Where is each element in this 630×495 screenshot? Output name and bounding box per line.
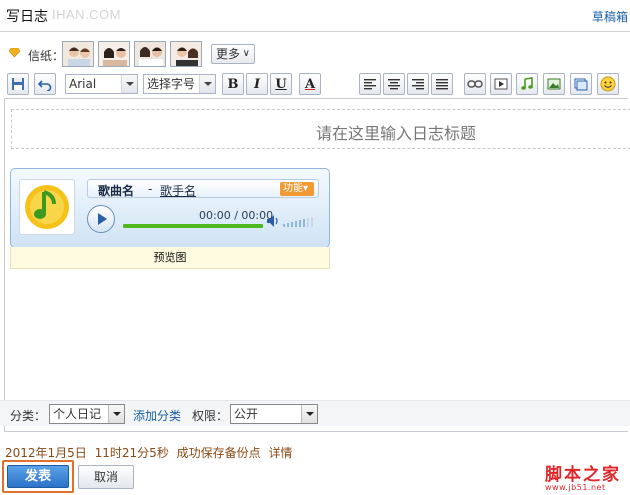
permission-value: 公开 bbox=[234, 407, 259, 421]
font-family-select[interactable]: Arial bbox=[65, 74, 138, 94]
page-header: 写日志 IHAN.COM 草稿箱 bbox=[0, 0, 630, 32]
smiley-icon bbox=[600, 76, 616, 92]
category-row: 分类： 个人日记 添加分类 权限： 公开 bbox=[0, 400, 630, 426]
category-label: 分类： bbox=[10, 409, 47, 423]
status-time: 11时21分5秒 bbox=[94, 446, 169, 460]
preview-label: 预览图 bbox=[10, 247, 330, 269]
italic-label: I bbox=[253, 76, 261, 92]
play-icon bbox=[98, 213, 107, 225]
justify-button[interactable] bbox=[431, 73, 453, 95]
post-title-input[interactable]: 请在这里输入日志标题 bbox=[11, 109, 630, 149]
title-placeholder: 请在这里输入日志标题 bbox=[316, 124, 477, 143]
video-icon bbox=[494, 78, 508, 90]
insert-image-button[interactable] bbox=[543, 73, 565, 95]
align-left-button[interactable] bbox=[359, 73, 381, 95]
cancel-button[interactable]: 取消 bbox=[78, 465, 134, 489]
music-disc-icon bbox=[25, 185, 69, 229]
chevron-down-icon: ▾ bbox=[303, 183, 309, 194]
underline-label: U bbox=[275, 76, 287, 92]
site-watermark: 脚本之家 www.jb51.net bbox=[545, 460, 630, 492]
italic-button[interactable]: I bbox=[246, 73, 268, 95]
watermark-text: IHAN.COM bbox=[52, 7, 121, 22]
volume-control[interactable] bbox=[266, 213, 318, 229]
stationery-row: 信纸： 更多 ∨ bbox=[0, 40, 630, 68]
stationery-thumb-2[interactable] bbox=[98, 41, 130, 67]
artist-name-link[interactable]: 歌手名 bbox=[160, 182, 196, 199]
insert-video-button[interactable] bbox=[490, 73, 512, 95]
font-color-button[interactable]: A bbox=[299, 73, 321, 95]
site-watermark-name: 脚本之家 bbox=[545, 465, 621, 485]
align-right-icon bbox=[412, 79, 424, 90]
link-icon bbox=[467, 80, 483, 88]
save-button[interactable] bbox=[7, 73, 29, 95]
volume-icon bbox=[267, 215, 313, 227]
align-center-icon bbox=[388, 79, 400, 90]
more-label: 更多 bbox=[216, 47, 241, 61]
bold-button[interactable]: B bbox=[222, 73, 244, 95]
song-info-bar: 歌曲名 - 歌手名 功能▾ bbox=[87, 179, 319, 198]
album-icon bbox=[574, 78, 588, 90]
diamond-icon bbox=[9, 48, 20, 57]
status-date: 2012年1月5日 bbox=[5, 446, 87, 460]
status-details-link[interactable]: 详情 bbox=[269, 446, 293, 460]
music-player: 歌曲名 - 歌手名 功能▾ 00:00 / 00:00 bbox=[10, 168, 330, 248]
insert-emoticon-button[interactable] bbox=[597, 73, 619, 95]
justify-icon bbox=[436, 79, 448, 90]
progress-bar[interactable] bbox=[123, 224, 263, 228]
more-stationery-button[interactable]: 更多 ∨ bbox=[211, 44, 255, 64]
chevron-down-icon bbox=[301, 405, 317, 423]
play-button[interactable] bbox=[87, 205, 115, 233]
font-size-select[interactable]: 选择字号 bbox=[143, 74, 216, 94]
stationery-label: 信纸： bbox=[28, 49, 65, 63]
page-title: 写日志 bbox=[6, 9, 48, 25]
publish-button[interactable]: 发表 bbox=[7, 465, 69, 488]
undo-icon bbox=[38, 80, 52, 91]
font-family-value: Arial bbox=[69, 77, 97, 91]
chevron-down-icon bbox=[108, 405, 124, 423]
stationery-thumb-4[interactable] bbox=[170, 41, 202, 67]
add-category-link[interactable]: 添加分类 bbox=[133, 407, 181, 424]
editor-toolbar: Arial 选择字号 B I U A bbox=[0, 70, 630, 98]
insert-music-button[interactable] bbox=[516, 73, 538, 95]
function-button[interactable]: 功能▾ bbox=[280, 182, 314, 196]
undo-button[interactable] bbox=[34, 73, 56, 95]
category-value: 个人日记 bbox=[53, 407, 102, 421]
align-left-icon bbox=[364, 79, 376, 90]
align-right-button[interactable] bbox=[407, 73, 429, 95]
chevron-down-icon: ∨ bbox=[242, 48, 250, 59]
bold-label: B bbox=[227, 76, 239, 92]
font-size-placeholder: 选择字号 bbox=[147, 77, 196, 91]
category-select[interactable]: 个人日记 bbox=[49, 404, 125, 424]
music-note-icon bbox=[521, 77, 533, 90]
permission-select[interactable]: 公开 bbox=[230, 404, 318, 424]
music-logo bbox=[19, 179, 75, 235]
chevron-down-icon bbox=[199, 75, 215, 93]
chevron-down-icon bbox=[121, 75, 137, 93]
align-center-button[interactable] bbox=[383, 73, 405, 95]
image-icon bbox=[547, 78, 561, 90]
permission-label: 权限： bbox=[192, 409, 229, 423]
song-name: 歌曲名 bbox=[98, 184, 135, 198]
song-separator: - bbox=[148, 182, 153, 196]
status-message: 成功保存备份点 bbox=[176, 446, 261, 460]
time-display: 00:00 / 00:00 bbox=[199, 209, 274, 222]
insert-album-button[interactable] bbox=[570, 73, 592, 95]
underline-button[interactable]: U bbox=[270, 73, 292, 95]
function-label: 功能 bbox=[283, 183, 303, 194]
publish-button-highlight: 发表 bbox=[2, 460, 74, 493]
floppy-icon bbox=[12, 78, 24, 90]
font-color-label: A bbox=[304, 76, 316, 92]
stationery-thumb-3[interactable] bbox=[134, 41, 166, 67]
insert-link-button[interactable] bbox=[464, 73, 486, 95]
drafts-link[interactable]: 草稿箱 bbox=[592, 8, 628, 25]
save-status: 2012年1月5日 11时21分5秒 成功保存备份点 详情 bbox=[5, 444, 297, 461]
stationery-thumb-1[interactable] bbox=[62, 41, 94, 67]
